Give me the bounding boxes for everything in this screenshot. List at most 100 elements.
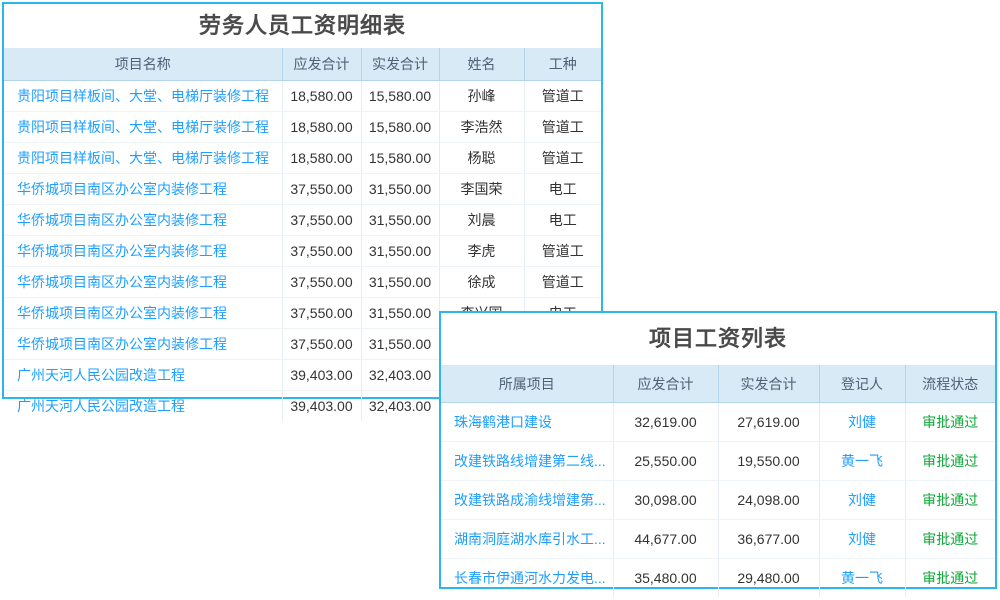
job-type-cell: 电工 <box>524 205 601 236</box>
col-header-paid-total: 实发合计 <box>361 48 439 81</box>
job-type-cell: 管道工 <box>524 112 601 143</box>
worker-name-cell: 孙峰 <box>439 81 524 112</box>
col-header-registrant: 登记人 <box>819 365 905 403</box>
project-name-link[interactable]: 广州天河人民公园改造工程 <box>4 360 282 391</box>
paid-total-cell: 31,550.00 <box>361 267 439 298</box>
paid-total-cell: 31,550.00 <box>361 205 439 236</box>
project-name-link[interactable]: 贵阳项目样板间、大堂、电梯厅装修工程 <box>4 143 282 174</box>
job-type-cell: 管道工 <box>524 81 601 112</box>
payable-total-cell: 37,550.00 <box>282 329 361 360</box>
project-name-link[interactable]: 华侨城项目南区办公室内装修工程 <box>4 329 282 360</box>
col-header-paid-total: 实发合计 <box>718 365 819 403</box>
payable-total-cell: 18,580.00 <box>282 112 361 143</box>
paid-total-cell: 31,550.00 <box>361 236 439 267</box>
col-header-worker-name: 姓名 <box>439 48 524 81</box>
registrant-link[interactable]: 刘健 <box>819 403 905 442</box>
job-type-cell: 管道工 <box>524 267 601 298</box>
paid-total-cell: 15,580.00 <box>361 143 439 174</box>
labor-salary-table-title: 劳务人员工资明细表 <box>4 4 601 48</box>
payable-total-cell: 37,550.00 <box>282 205 361 236</box>
table-row: 珠海鹤港口建设 32,619.00 27,619.00 刘健 审批通过 <box>441 403 995 442</box>
project-name-link[interactable]: 贵阳项目样板间、大堂、电梯厅装修工程 <box>4 81 282 112</box>
table-row: 贵阳项目样板间、大堂、电梯厅装修工程 18,580.00 15,580.00 孙… <box>4 81 601 112</box>
table-row: 湖南洞庭湖水库引水工... 44,677.00 36,677.00 刘健 审批通… <box>441 520 995 559</box>
flow-status-text: 审批通过 <box>905 559 995 598</box>
col-header-payable-total: 应发合计 <box>613 365 718 403</box>
job-type-cell: 电工 <box>524 174 601 205</box>
col-header-project-name: 项目名称 <box>4 48 282 81</box>
project-salary-grid: 所属项目 应发合计 实发合计 登记人 流程状态 珠海鹤港口建设 32,619.0… <box>441 365 995 597</box>
paid-total-cell: 36,677.00 <box>718 520 819 559</box>
table-row: 改建铁路线增建第二线... 25,550.00 19,550.00 黄一飞 审批… <box>441 442 995 481</box>
project-name-link[interactable]: 贵阳项目样板间、大堂、电梯厅装修工程 <box>4 112 282 143</box>
col-header-owning-project: 所属项目 <box>441 365 613 403</box>
paid-total-cell: 31,550.00 <box>361 298 439 329</box>
paid-total-cell: 27,619.00 <box>718 403 819 442</box>
paid-total-cell: 15,580.00 <box>361 81 439 112</box>
project-name-link[interactable]: 华侨城项目南区办公室内装修工程 <box>4 298 282 329</box>
col-header-flow-status: 流程状态 <box>905 365 995 403</box>
payable-total-cell: 39,403.00 <box>282 391 361 422</box>
owning-project-link[interactable]: 改建铁路成渝线增建第... <box>441 481 613 520</box>
worker-name-cell: 徐成 <box>439 267 524 298</box>
payable-total-cell: 18,580.00 <box>282 81 361 112</box>
paid-total-cell: 31,550.00 <box>361 329 439 360</box>
payable-total-cell: 25,550.00 <box>613 442 718 481</box>
project-salary-table: 项目工资列表 所属项目 应发合计 实发合计 登记人 流程状态 珠海鹤港口建设 3… <box>439 311 997 589</box>
registrant-link[interactable]: 刘健 <box>819 520 905 559</box>
owning-project-link[interactable]: 珠海鹤港口建设 <box>441 403 613 442</box>
project-salary-table-title: 项目工资列表 <box>441 313 995 365</box>
paid-total-cell: 32,403.00 <box>361 360 439 391</box>
job-type-cell: 管道工 <box>524 143 601 174</box>
flow-status-text: 审批通过 <box>905 520 995 559</box>
payable-total-cell: 44,677.00 <box>613 520 718 559</box>
owning-project-link[interactable]: 长春市伊通河水力发电... <box>441 559 613 598</box>
paid-total-cell: 32,403.00 <box>361 391 439 422</box>
flow-status-text: 审批通过 <box>905 403 995 442</box>
col-header-payable-total: 应发合计 <box>282 48 361 81</box>
table-row: 华侨城项目南区办公室内装修工程 37,550.00 31,550.00 徐成 管… <box>4 267 601 298</box>
worker-name-cell: 刘晨 <box>439 205 524 236</box>
project-name-link[interactable]: 广州天河人民公园改造工程 <box>4 391 282 422</box>
paid-total-cell: 31,550.00 <box>361 174 439 205</box>
payable-total-cell: 39,403.00 <box>282 360 361 391</box>
paid-total-cell: 15,580.00 <box>361 112 439 143</box>
owning-project-link[interactable]: 改建铁路线增建第二线... <box>441 442 613 481</box>
project-name-link[interactable]: 华侨城项目南区办公室内装修工程 <box>4 174 282 205</box>
labor-header-row: 项目名称 应发合计 实发合计 姓名 工种 <box>4 48 601 81</box>
payable-total-cell: 32,619.00 <box>613 403 718 442</box>
registrant-link[interactable]: 刘健 <box>819 481 905 520</box>
table-row: 长春市伊通河水力发电... 35,480.00 29,480.00 黄一飞 审批… <box>441 559 995 598</box>
payable-total-cell: 37,550.00 <box>282 298 361 329</box>
table-row: 改建铁路成渝线增建第... 30,098.00 24,098.00 刘健 审批通… <box>441 481 995 520</box>
owning-project-link[interactable]: 湖南洞庭湖水库引水工... <box>441 520 613 559</box>
worker-name-cell: 杨聪 <box>439 143 524 174</box>
registrant-link[interactable]: 黄一飞 <box>819 559 905 598</box>
project-name-link[interactable]: 华侨城项目南区办公室内装修工程 <box>4 205 282 236</box>
registrant-link[interactable]: 黄一飞 <box>819 442 905 481</box>
project-name-link[interactable]: 华侨城项目南区办公室内装修工程 <box>4 267 282 298</box>
project-name-link[interactable]: 华侨城项目南区办公室内装修工程 <box>4 236 282 267</box>
table-row: 贵阳项目样板间、大堂、电梯厅装修工程 18,580.00 15,580.00 杨… <box>4 143 601 174</box>
payable-total-cell: 30,098.00 <box>613 481 718 520</box>
flow-status-text: 审批通过 <box>905 442 995 481</box>
payable-total-cell: 37,550.00 <box>282 236 361 267</box>
table-row: 华侨城项目南区办公室内装修工程 37,550.00 31,550.00 李国荣 … <box>4 174 601 205</box>
paid-total-cell: 24,098.00 <box>718 481 819 520</box>
col-header-job-type: 工种 <box>524 48 601 81</box>
payable-total-cell: 37,550.00 <box>282 174 361 205</box>
flow-status-text: 审批通过 <box>905 481 995 520</box>
table-row: 贵阳项目样板间、大堂、电梯厅装修工程 18,580.00 15,580.00 李… <box>4 112 601 143</box>
worker-name-cell: 李国荣 <box>439 174 524 205</box>
paid-total-cell: 29,480.00 <box>718 559 819 598</box>
payable-total-cell: 35,480.00 <box>613 559 718 598</box>
worker-name-cell: 李浩然 <box>439 112 524 143</box>
payable-total-cell: 37,550.00 <box>282 267 361 298</box>
table-row: 华侨城项目南区办公室内装修工程 37,550.00 31,550.00 李虎 管… <box>4 236 601 267</box>
job-type-cell: 管道工 <box>524 236 601 267</box>
payable-total-cell: 18,580.00 <box>282 143 361 174</box>
worker-name-cell: 李虎 <box>439 236 524 267</box>
table-row: 华侨城项目南区办公室内装修工程 37,550.00 31,550.00 刘晨 电… <box>4 205 601 236</box>
paid-total-cell: 19,550.00 <box>718 442 819 481</box>
project-table-body: 珠海鹤港口建设 32,619.00 27,619.00 刘健 审批通过 改建铁路… <box>441 403 995 598</box>
